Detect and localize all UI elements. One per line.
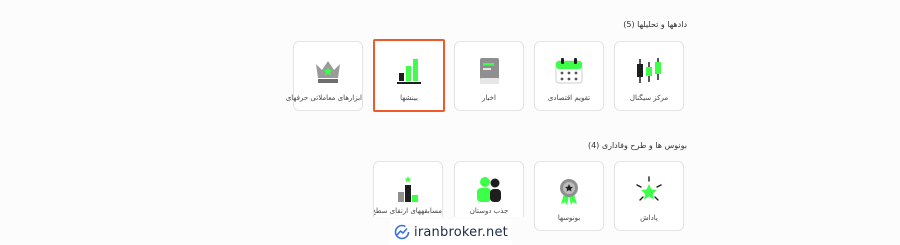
tile-label: تقویم اقتصادی	[547, 94, 591, 102]
tile-bonuses[interactable]: بونوسها	[534, 161, 604, 231]
tile-reward[interactable]: پاداش	[614, 161, 684, 231]
star-burst-icon	[636, 176, 662, 201]
iranbroker-logo-icon	[394, 224, 410, 240]
section-title-bonus-loyalty: بونوس ها و طرح وفاداری (4)	[587, 141, 687, 150]
tile-refer-friends[interactable]: جذب دوستان	[454, 161, 524, 217]
news-icon	[480, 58, 499, 84]
tile-label: ابزارهای معاملاتی حرفهای	[285, 94, 362, 102]
tile-pro-trading-tools[interactable]: ابزارهای معاملاتی حرفهای	[285, 41, 363, 111]
watermark: iranbroker.net	[390, 219, 512, 245]
tile-news[interactable]: اخبار	[454, 41, 524, 111]
section-title-data-analysis: دادهها و تحلیلها (5)	[623, 20, 687, 29]
tile-signal-center[interactable]: مرکز سیگنال	[614, 41, 684, 111]
tile-label: جذب دوستان	[469, 207, 509, 215]
tile-insights[interactable]: بینشها	[373, 39, 445, 112]
tile-economic-calendar[interactable]: تقویم اقتصادی	[534, 41, 604, 111]
medal-icon	[560, 179, 578, 205]
tile-level-contests[interactable]: مسابقههای ارتقای سطح	[373, 161, 443, 217]
crown-icon	[316, 61, 340, 83]
users-icon	[477, 177, 501, 202]
bar-chart-icon	[397, 59, 421, 84]
candlestick-icon	[637, 58, 661, 83]
tile-label: پاداش	[640, 214, 658, 222]
podium-icon	[398, 176, 418, 202]
watermark-text: iranbroker.net	[414, 224, 508, 240]
tile-label: بینشها	[400, 94, 418, 102]
tile-label: مرکز سیگنال	[629, 94, 669, 102]
tile-label: بونوسها	[557, 214, 581, 222]
calendar-icon	[555, 58, 583, 84]
tile-label: مسابقههای ارتقای سطح	[373, 207, 442, 215]
tile-label: اخبار	[482, 94, 496, 102]
